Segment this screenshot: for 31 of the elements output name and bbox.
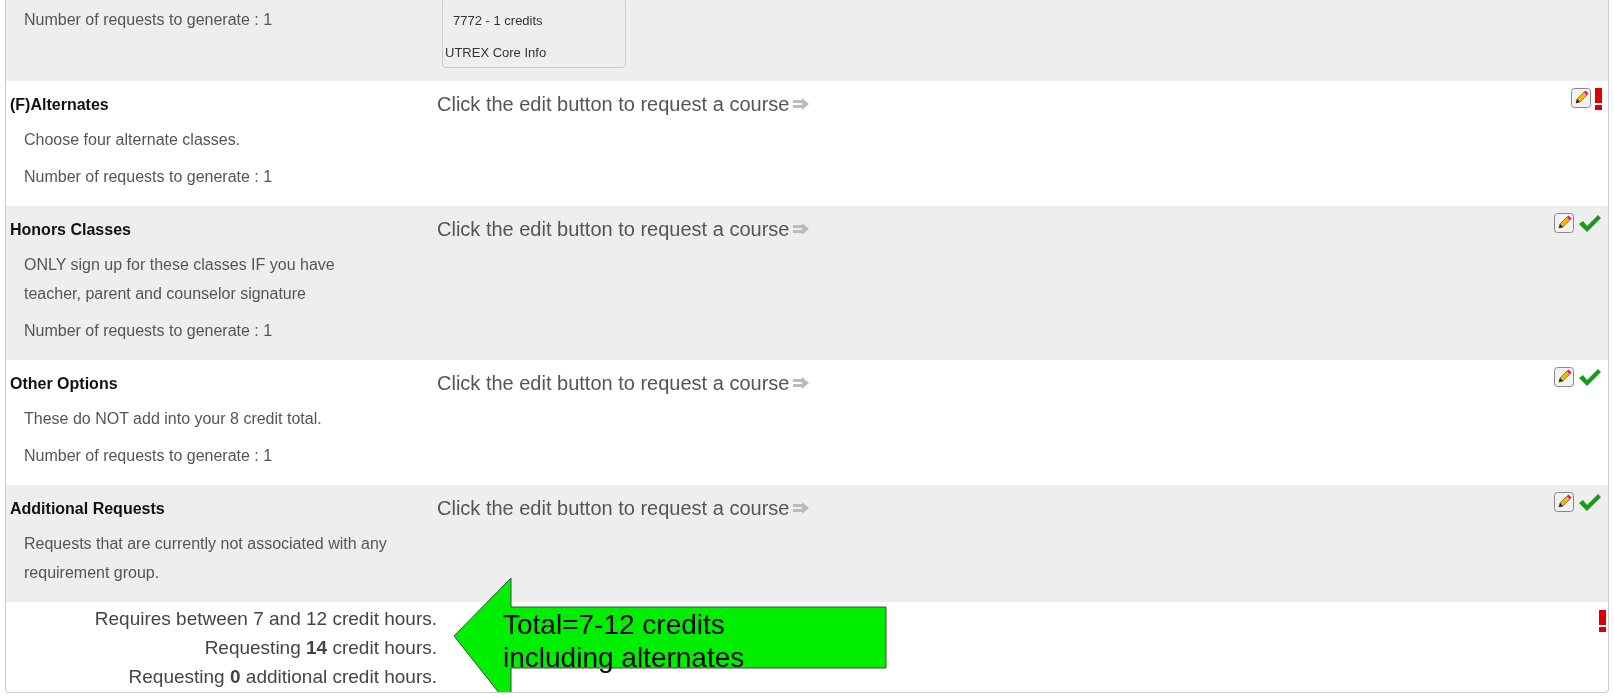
edit-icon[interactable] bbox=[1554, 213, 1574, 233]
request-prompt: Click the edit button to request a course bbox=[437, 92, 790, 117]
callout-text: Total=7-12 credits including alternates bbox=[503, 608, 745, 674]
group-description: ONLY sign up for these classes IF you have teacher, parent and counselor signature bbox=[24, 255, 335, 304]
request-prompt: Click the edit button to request a course bbox=[437, 217, 790, 242]
request-count: Number of requests to generate : 1 bbox=[24, 321, 273, 341]
group-title: Other Options bbox=[10, 374, 118, 394]
credit-summary: Requesting 14 credit hours. bbox=[204, 637, 437, 658]
request-count: Number of requests to generate : 1 bbox=[24, 10, 273, 30]
request-prompt: Click the edit button to request a course bbox=[437, 496, 790, 521]
request-count: Number of requests to generate : 1 bbox=[24, 446, 273, 466]
edit-icon[interactable] bbox=[1571, 88, 1591, 108]
request-prompt: Click the edit button to request a course bbox=[437, 371, 790, 396]
credit-summary: Requires between 7 and 12 credit hours. bbox=[94, 608, 437, 629]
group-description: These do NOT add into your 8 credit total. bbox=[24, 409, 322, 429]
group-description: Requests that are currently not associated with any requirement group. bbox=[24, 534, 387, 583]
edit-icon[interactable] bbox=[1554, 367, 1574, 387]
course-info: 7772 - 1 credits bbox=[453, 13, 543, 28]
group-title: (F)Alternates bbox=[10, 95, 109, 115]
arrow-right-icon bbox=[793, 98, 810, 110]
course-card[interactable]: 7772 - 1 credits UTREX Core Info bbox=[442, 0, 626, 68]
edit-icon[interactable] bbox=[1554, 492, 1574, 512]
arrow-right-icon bbox=[793, 377, 810, 389]
course-info: UTREX Core Info bbox=[445, 45, 547, 60]
group-title: Additional Requests bbox=[10, 499, 165, 519]
group-description: Choose four alternate classes. bbox=[24, 130, 241, 150]
request-count: Number of requests to generate : 1 bbox=[24, 167, 273, 187]
group-title: Honors Classes bbox=[10, 220, 131, 240]
arrow-right-icon bbox=[793, 502, 810, 514]
credit-summary: Requesting 0 additional credit hours. bbox=[128, 666, 437, 687]
arrow-right-icon bbox=[793, 223, 810, 235]
